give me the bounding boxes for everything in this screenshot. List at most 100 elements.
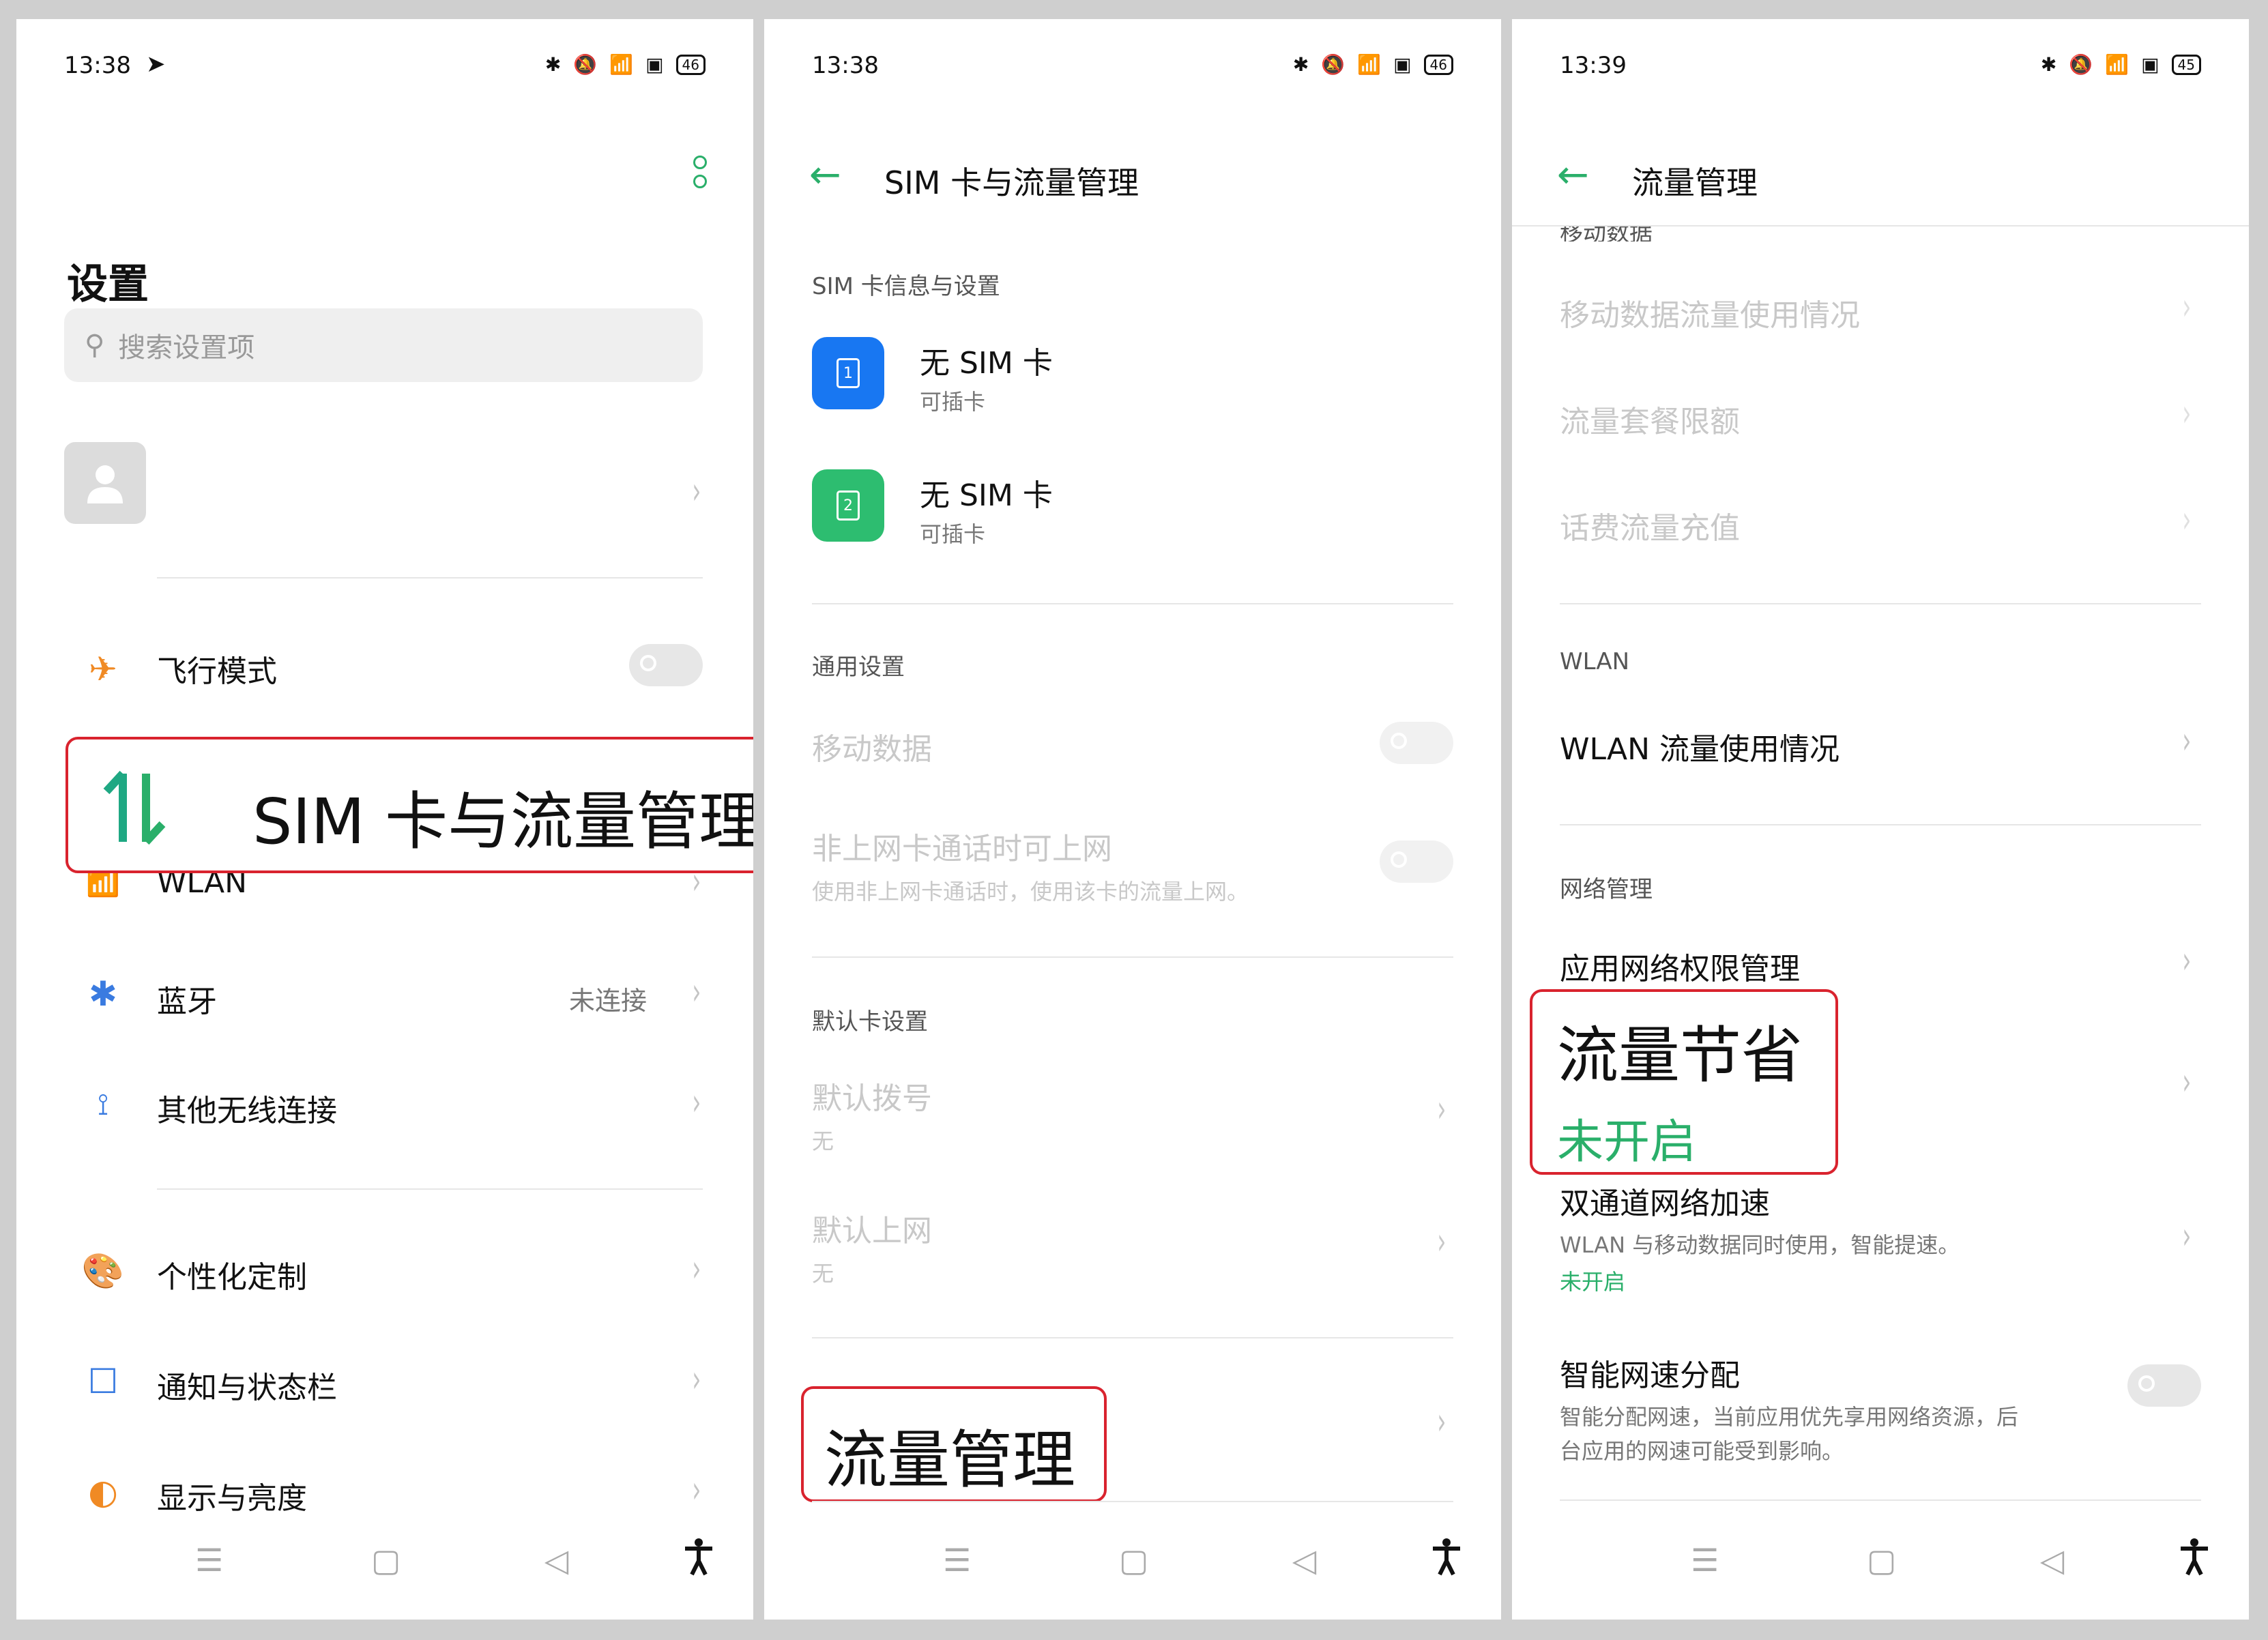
recharge-label: 话费流量充值 <box>1560 511 1740 546</box>
nfc-icon: ▣ <box>2141 53 2160 76</box>
battery-icon: 45 <box>2171 54 2201 75</box>
bluetooth-label[interactable]: 蓝牙 <box>157 977 217 1021</box>
wireless-connection-icon: ⟟ <box>97 1087 109 1122</box>
data-saver-chevron-icon: › <box>2182 1060 2192 1103</box>
accessibility-icon[interactable] <box>684 1538 714 1585</box>
airplane-mode-toggle[interactable] <box>629 644 703 686</box>
status-time: 13:39 <box>1560 52 1627 79</box>
notification-label[interactable]: 通知与状态栏 <box>157 1363 337 1407</box>
palette-icon: 🎨 <box>81 1250 125 1291</box>
sim-traffic-screen: 13:38 ✱ 🔕 📶 ▣ 46 ← SIM 卡与流量管理 SIM 卡信息与设置… <box>764 19 1501 1620</box>
default-data-label: 默认上网 <box>812 1214 932 1248</box>
section-mobile-clip: 移动数据 <box>1560 226 1653 241</box>
status-time: 13:38 <box>64 52 131 79</box>
back-arrow-icon[interactable]: ← <box>809 153 841 197</box>
sim2-icon: 2 <box>812 469 884 542</box>
search-input[interactable]: ⚲ 搜索设置项 <box>64 308 703 382</box>
bluetooth-status: 未连接 <box>569 986 648 1016</box>
section-wlan-label: WLAN <box>1560 648 1630 675</box>
default-data-value: 无 <box>812 1261 834 1287</box>
home-icon[interactable]: ▢ <box>1867 1542 1896 1579</box>
mute-icon: 🔕 <box>2069 53 2093 76</box>
battery-icon: 46 <box>675 54 706 75</box>
back-triangle-icon[interactable]: ◁ <box>1292 1542 1316 1579</box>
back-arrow-icon[interactable]: ← <box>1557 153 1589 197</box>
menu-icon[interactable]: ☰ <box>1691 1542 1719 1579</box>
display-chevron-icon: › <box>692 1468 701 1511</box>
nfc-icon: ▣ <box>645 53 664 76</box>
page-title: SIM 卡与流量管理 <box>884 164 1139 201</box>
smart-speed-subtitle-line2: 台应用的网速可能受到影响。 <box>1560 1438 1844 1464</box>
smart-speed-toggle[interactable] <box>2127 1364 2201 1407</box>
notification-chevron-icon: › <box>692 1358 701 1401</box>
dual-channel-status: 未开启 <box>1560 1269 1626 1295</box>
sim-data-icon <box>103 770 166 845</box>
personalize-label[interactable]: 个性化定制 <box>157 1253 307 1296</box>
wlan-usage-chevron-icon: › <box>2182 719 2192 762</box>
menu-icon[interactable]: ☰ <box>195 1542 223 1579</box>
divider <box>812 603 1453 604</box>
back-triangle-icon[interactable]: ◁ <box>544 1542 568 1579</box>
bluetooth-chevron-icon: › <box>692 970 701 1013</box>
dual-channel-label[interactable]: 双通道网络加速 <box>1560 1179 1770 1222</box>
search-icon: ⚲ <box>85 330 105 361</box>
mute-icon: 🔕 <box>1321 53 1346 76</box>
more-options-icon[interactable] <box>693 156 707 188</box>
recharge-chevron-icon: › <box>2182 498 2192 541</box>
non-data-call-toggle[interactable] <box>1380 840 1453 883</box>
status-icons: ✱ 🔕 📶 ▣ 46 <box>1293 53 1453 76</box>
personalize-chevron-icon: › <box>692 1247 701 1290</box>
account-chevron-icon: › <box>692 469 701 512</box>
back-triangle-icon[interactable]: ◁ <box>2040 1542 2064 1579</box>
avatar[interactable] <box>64 442 146 524</box>
accessibility-icon[interactable] <box>1431 1538 1462 1585</box>
sim2-title[interactable]: 无 SIM 卡 <box>920 471 1053 514</box>
sim1-icon: 1 <box>812 337 884 409</box>
dual-channel-subtitle: WLAN 与移动数据同时使用，智能提速。 <box>1560 1232 1960 1258</box>
wifi-icon: 📶 <box>2105 53 2129 76</box>
wlan-usage-label[interactable]: WLAN 流量使用情况 <box>1560 724 1840 768</box>
smart-speed-subtitle-line1: 智能分配网速，当前应用优先享用网络资源，后 <box>1560 1404 2019 1430</box>
page-title: 设置 <box>67 261 149 308</box>
bluetooth-status-icon: ✱ <box>1292 53 1309 76</box>
non-data-call-subtitle: 使用非上网卡通话时，使用该卡的流量上网。 <box>812 879 1249 905</box>
sim2-subtitle: 可插卡 <box>920 521 986 547</box>
status-icons: ✱ 🔕 📶 ▣ 45 <box>2041 53 2201 76</box>
accessibility-icon[interactable] <box>2179 1538 2209 1585</box>
bluetooth-status-icon: ✱ <box>544 53 562 76</box>
sim-traffic-highlight[interactable]: SIM 卡与流量管理 <box>66 737 753 873</box>
airplane-mode-label: 飞行模式 <box>157 654 277 689</box>
non-data-call-label: 非上网卡通话时可上网 <box>812 832 1112 866</box>
user-icon <box>87 465 123 503</box>
dual-channel-chevron-icon: › <box>2182 1214 2192 1257</box>
status-time: 13:38 <box>812 52 879 79</box>
navigation-bar: ☰ ▢ ◁ <box>16 1538 753 1596</box>
mobile-usage-label: 移动数据流量使用情况 <box>1560 298 1860 333</box>
sim1-title[interactable]: 无 SIM 卡 <box>920 338 1053 382</box>
settings-screen: 13:38 ➤ ✱ 🔕 📶 ▣ 46 设置 ⚲ 搜索设置项 › ✈ 飞行模式 📶… <box>16 19 753 1620</box>
section-network-label: 网络管理 <box>1560 876 1653 903</box>
display-label[interactable]: 显示与亮度 <box>157 1474 307 1517</box>
section-general-label: 通用设置 <box>812 654 905 681</box>
bluetooth-icon: ✱ <box>89 974 117 1014</box>
divider <box>812 956 1453 958</box>
mobile-data-toggle[interactable] <box>1380 722 1453 764</box>
data-saver-highlight[interactable]: 流量节省 未开启 <box>1530 989 1838 1175</box>
other-wireless-label[interactable]: 其他无线连接 <box>157 1086 337 1130</box>
divider <box>1560 824 2201 825</box>
notification-icon: ☐ <box>87 1362 119 1401</box>
traffic-manage-label: 流量管理 <box>824 1424 1076 1497</box>
app-permission-chevron-icon: › <box>2182 939 2192 982</box>
app-permission-label[interactable]: 应用网络权限管理 <box>1560 944 1800 988</box>
brightness-icon: ◐ <box>88 1472 118 1512</box>
menu-icon[interactable]: ☰ <box>943 1542 971 1579</box>
default-dial-label: 默认拨号 <box>812 1081 932 1116</box>
section-mobile-label: 移动数据 <box>1560 226 1653 241</box>
home-icon[interactable]: ▢ <box>371 1542 401 1579</box>
home-icon[interactable]: ▢ <box>1119 1542 1148 1579</box>
battery-icon: 46 <box>1423 54 1453 75</box>
traffic-manage-highlight[interactable]: 流量管理 <box>801 1386 1107 1502</box>
wifi-icon: 📶 <box>609 53 634 76</box>
default-data-chevron-icon: › <box>1437 1220 1446 1263</box>
plan-limit-chevron-icon: › <box>2182 392 2192 435</box>
